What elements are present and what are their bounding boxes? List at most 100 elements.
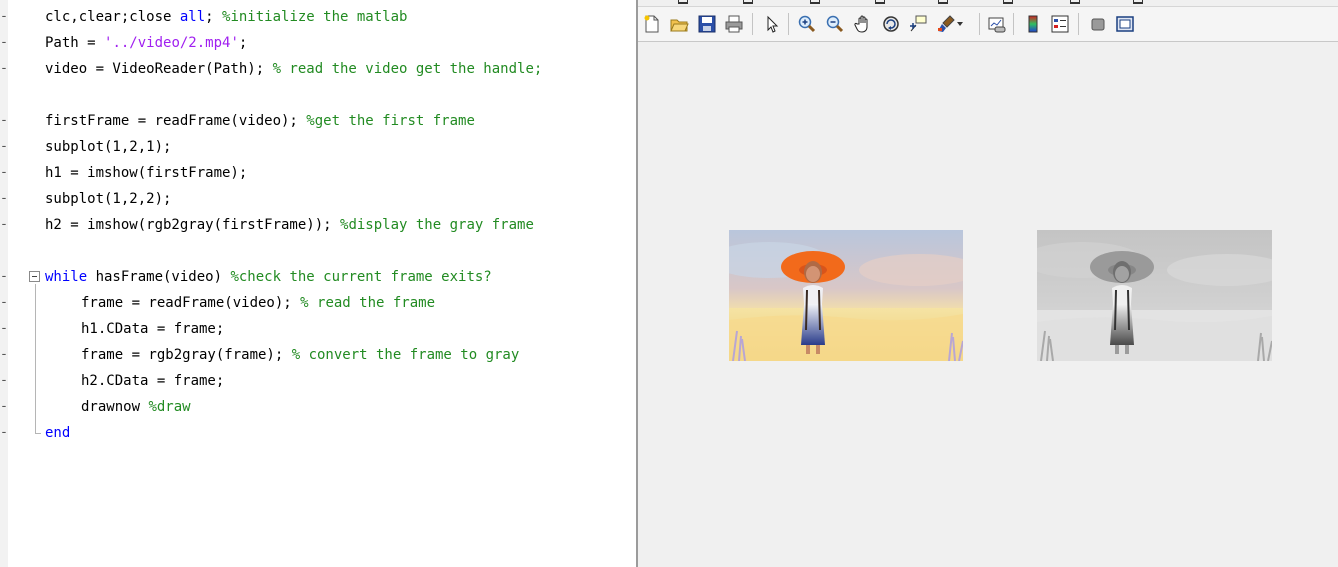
code-token: clc,clear;close: [45, 9, 180, 25]
code-token: frame = rgb2gray(frame);: [81, 347, 292, 363]
code-comment: %get the first frame: [306, 113, 475, 129]
toolbar-separator: [788, 13, 789, 35]
code-token: video = VideoReader(Path);: [45, 61, 273, 77]
menu-item-stub[interactable]: [1133, 0, 1143, 4]
code-token: firstFrame = readFrame(video);: [45, 113, 307, 129]
code-editor[interactable]: - clc,clear;close all; %initialize the ma…: [0, 0, 636, 567]
breakpoint-marker[interactable]: -: [0, 108, 8, 134]
code-token: Path =: [45, 35, 105, 51]
legend-icon[interactable]: [1048, 12, 1072, 36]
code-comment: %draw: [148, 399, 191, 415]
code-line[interactable]: - end: [0, 420, 636, 446]
breakpoint-marker[interactable]: -: [0, 212, 8, 238]
open-file-icon[interactable]: [667, 12, 691, 36]
breakpoint-marker[interactable]: -: [0, 394, 8, 420]
breakpoint-marker[interactable]: -: [0, 134, 8, 160]
code-line[interactable]: - subplot(1,2,1);: [0, 134, 636, 160]
code-line[interactable]: - subplot(1,2,2);: [0, 186, 636, 212]
code-token: h1.CData = frame;: [81, 321, 225, 337]
toolbar-separator: [1078, 13, 1079, 35]
code-line[interactable]: - h1 = imshow(firstFrame);: [0, 160, 636, 186]
hide-plot-tools-icon[interactable]: [1086, 12, 1110, 36]
breakpoint-marker[interactable]: -: [0, 4, 8, 30]
code-line[interactable]: - drawnow %draw: [0, 394, 636, 420]
pan-hand-icon[interactable]: [851, 12, 875, 36]
code-line[interactable]: - clc,clear;close all; %initialize the ma…: [0, 4, 636, 30]
code-comment: %check the current frame exits?: [230, 269, 492, 285]
figure-window: [638, 0, 1338, 567]
code-text: video = VideoReader(Path); % read the vi…: [45, 56, 542, 82]
code-fold-toggle[interactable]: [29, 271, 40, 282]
data-cursor-icon[interactable]: [906, 12, 930, 36]
code-line[interactable]: - video = VideoReader(Path); % read the v…: [0, 56, 636, 82]
code-text: h2 = imshow(rgb2gray(firstFrame)); %disp…: [45, 212, 534, 238]
breakpoint-marker[interactable]: -: [0, 264, 8, 290]
code-comment: % convert the frame to gray: [291, 347, 520, 363]
code-comment: %initialize the matlab: [222, 9, 408, 25]
code-line[interactable]: - h1.CData = frame;: [0, 316, 636, 342]
figure-toolbar: [638, 7, 1338, 42]
code-token: drawnow: [81, 399, 149, 415]
code-comment: %display the gray frame: [340, 217, 534, 233]
breakpoint-marker[interactable]: -: [0, 420, 8, 446]
code-line[interactable]: - while hasFrame(video) %check the curren…: [0, 264, 636, 290]
code-text: drawnow %draw: [81, 394, 191, 420]
menu-item-stub[interactable]: [1070, 0, 1080, 4]
code-fold-line: [35, 284, 36, 434]
code-token: hasFrame(video): [95, 269, 231, 285]
toolbar-separator: [752, 13, 753, 35]
toolbar-separator: [979, 13, 980, 35]
zoom-out-icon[interactable]: [823, 12, 847, 36]
select-arrow-icon[interactable]: [760, 12, 784, 36]
code-fold-end: [35, 433, 41, 434]
dropdown-arrow-icon[interactable]: [954, 12, 966, 36]
breakpoint-marker[interactable]: -: [0, 186, 8, 212]
code-token: h2.CData = frame;: [81, 373, 225, 389]
code-line[interactable]: - h2 = imshow(rgb2gray(firstFrame)); %dis…: [0, 212, 636, 238]
new-figure-icon[interactable]: [640, 12, 664, 36]
code-line[interactable]: - frame = readFrame(video); % read the fr…: [0, 290, 636, 316]
save-icon[interactable]: [695, 12, 719, 36]
code-token: subplot(1,2,2);: [45, 191, 172, 207]
menu-item-stub[interactable]: [875, 0, 885, 4]
code-text: h2.CData = frame;: [81, 368, 224, 394]
print-icon[interactable]: [722, 12, 746, 36]
code-text: h1 = imshow(firstFrame);: [45, 160, 247, 186]
breakpoint-marker[interactable]: -: [0, 30, 8, 56]
code-token: frame = readFrame(video);: [81, 295, 301, 311]
menu-item-stub[interactable]: [1003, 0, 1013, 4]
code-text: frame = readFrame(video); % read the fra…: [81, 290, 435, 316]
code-text: while hasFrame(video) %check the current…: [45, 264, 492, 290]
rotate-3d-icon[interactable]: [879, 12, 903, 36]
figure-menu-strip: [638, 0, 1338, 7]
colorbar-icon[interactable]: [1021, 12, 1045, 36]
breakpoint-marker[interactable]: -: [0, 368, 8, 394]
code-line[interactable]: - Path = '../video/2.mp4';: [0, 30, 636, 56]
code-line[interactable]: [0, 82, 636, 108]
breakpoint-marker[interactable]: -: [0, 56, 8, 82]
zoom-in-icon[interactable]: [795, 12, 819, 36]
gray-frame-image[interactable]: [1037, 230, 1272, 361]
menu-item-stub[interactable]: [810, 0, 820, 4]
show-plot-tools-icon[interactable]: [1113, 12, 1137, 36]
menu-item-stub[interactable]: [678, 0, 688, 4]
breakpoint-marker[interactable]: -: [0, 160, 8, 186]
code-line[interactable]: - h2.CData = frame;: [0, 368, 636, 394]
code-text: clc,clear;close all; %initialize the mat…: [45, 4, 407, 30]
code-string: '../video/2.mp4': [104, 35, 239, 51]
code-line[interactable]: [0, 238, 636, 264]
breakpoint-marker[interactable]: -: [0, 342, 8, 368]
breakpoint-marker[interactable]: -: [0, 316, 8, 342]
code-line[interactable]: - frame = rgb2gray(frame); % convert the …: [0, 342, 636, 368]
menu-item-stub[interactable]: [743, 0, 753, 4]
code-text: Path = '../video/2.mp4';: [45, 30, 247, 56]
code-line[interactable]: - firstFrame = readFrame(video); %get the…: [0, 108, 636, 134]
code-comment: % read the frame: [300, 295, 436, 311]
menu-item-stub[interactable]: [938, 0, 948, 4]
link-plot-icon[interactable]: [985, 12, 1009, 36]
first-frame-image[interactable]: [729, 230, 963, 361]
code-token: h2 = imshow(rgb2gray(firstFrame));: [45, 217, 341, 233]
code-token: subplot(1,2,1);: [45, 139, 172, 155]
breakpoint-marker[interactable]: -: [0, 290, 8, 316]
code-text: h1.CData = frame;: [81, 316, 224, 342]
